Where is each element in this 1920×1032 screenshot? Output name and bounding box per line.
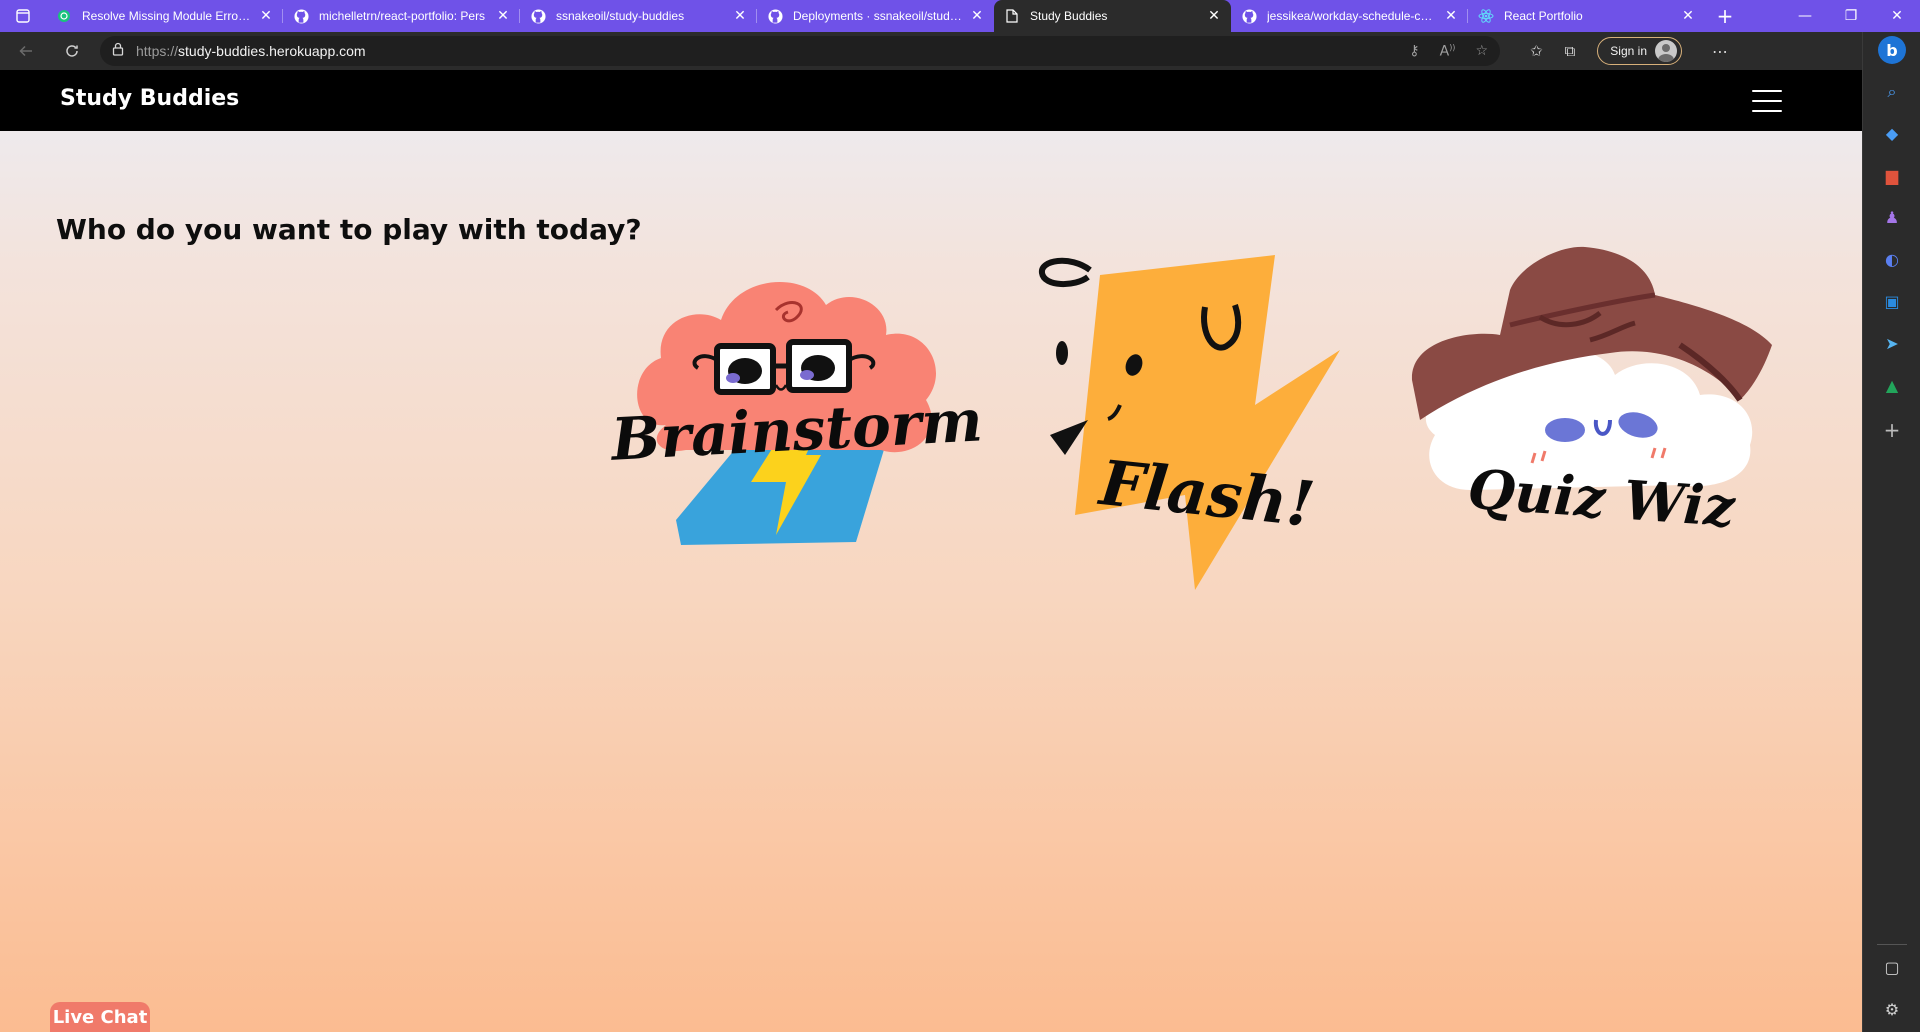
- refresh-button[interactable]: [52, 35, 92, 67]
- tab-title: michelletrn/react-portfolio: Pers: [319, 9, 486, 23]
- arrow-left-icon: [19, 45, 32, 57]
- tab-resolve-missing-module[interactable]: Resolve Missing Module Errors. ✕: [46, 0, 283, 32]
- quiz-wiz-wizard-icon: Quiz Wiz: [1411, 246, 1772, 539]
- refresh-icon: [66, 45, 78, 57]
- url-protocol: https://: [136, 43, 179, 59]
- flash-lightning-icon: Flash!: [1039, 255, 1340, 590]
- hamburger-menu-icon[interactable]: [1752, 90, 1782, 112]
- tab-deployments[interactable]: Deployments · ssnakeoil/study-b ✕: [757, 0, 994, 32]
- edge-sidebar: b ⌕ ◆ ▆ ♟ ◐ ▣ ➤ ▲ + ▢ ⚙: [1862, 32, 1920, 1032]
- read-aloud-icon[interactable]: A)): [1440, 43, 1456, 60]
- flash-label: Flash!: [1095, 446, 1318, 541]
- minimize-button[interactable]: —: [1782, 0, 1828, 32]
- tab-study-buddies-repo[interactable]: ssnakeoil/study-buddies ✕: [520, 0, 757, 32]
- address-bar[interactable]: https://study-buddies.herokuapp.com ⚷ A)…: [100, 36, 1500, 66]
- tree-icon[interactable]: ▲: [1863, 376, 1920, 395]
- settings-gear-icon[interactable]: ⚙: [1863, 1000, 1920, 1019]
- tab-react-portfolio-repo[interactable]: michelletrn/react-portfolio: Pers ✕: [283, 0, 520, 32]
- tab-workday-schedule[interactable]: jessikea/workday-schedule-chal ✕: [1231, 0, 1468, 32]
- tools-icon[interactable]: ▆: [1863, 166, 1920, 185]
- url-text[interactable]: https://study-buddies.herokuapp.com: [136, 43, 366, 59]
- close-tab-icon[interactable]: ✕: [1442, 8, 1460, 24]
- github-icon: [530, 8, 546, 24]
- tab-title: jessikea/workday-schedule-chal: [1267, 9, 1436, 23]
- hide-sidebar-icon[interactable]: ▢: [1863, 958, 1920, 977]
- collections-icon[interactable]: ⧉: [1565, 42, 1576, 60]
- key-icon[interactable]: ⚷: [1409, 43, 1419, 60]
- tab-actions-icon: [16, 9, 30, 23]
- close-tab-icon[interactable]: ✕: [257, 8, 275, 24]
- search-icon[interactable]: ⌕: [1863, 82, 1920, 102]
- github-icon: [767, 8, 783, 24]
- more-options-icon[interactable]: ⋯: [1712, 42, 1728, 61]
- sign-in-button[interactable]: Sign in: [1597, 37, 1682, 65]
- url-host: study-buddies.herokuapp.com: [178, 43, 366, 59]
- favorites-icon[interactable]: ✩: [1530, 42, 1543, 60]
- tab-title: Resolve Missing Module Errors.: [82, 9, 251, 23]
- tab-title: Study Buddies: [1030, 9, 1108, 23]
- quiz-wiz-character-card[interactable]: Quiz Wiz: [1410, 245, 1780, 545]
- github-icon: [293, 8, 309, 24]
- site-navbar: Study Buddies: [0, 70, 1862, 131]
- window-controls: — ❐ ✕: [1782, 0, 1920, 32]
- close-tab-icon[interactable]: ✕: [1205, 8, 1223, 24]
- close-window-button[interactable]: ✕: [1874, 0, 1920, 32]
- close-tab-icon[interactable]: ✕: [494, 8, 512, 24]
- new-tab-button[interactable]: +: [1705, 0, 1745, 32]
- tab-strip: Resolve Missing Module Errors. ✕ michell…: [0, 0, 1920, 32]
- tab-title: ssnakeoil/study-buddies: [556, 9, 685, 23]
- restore-button[interactable]: ❐: [1828, 0, 1874, 32]
- webpage: Study Buddies Who do you want to play wi…: [0, 70, 1862, 1032]
- close-tab-icon[interactable]: ✕: [731, 8, 749, 24]
- games-icon[interactable]: ♟: [1863, 208, 1920, 227]
- tab-react-portfolio[interactable]: React Portfolio ✕: [1468, 0, 1705, 32]
- lock-icon[interactable]: [112, 42, 124, 60]
- tab-study-buddies[interactable]: Study Buddies ✕: [994, 0, 1231, 32]
- shopping-tag-icon[interactable]: ◆: [1863, 124, 1920, 143]
- close-tab-icon[interactable]: ✕: [968, 8, 986, 24]
- avatar: [1655, 40, 1677, 62]
- tab-title: React Portfolio: [1504, 9, 1583, 23]
- sidebar-divider: [1877, 944, 1907, 945]
- flash-character-card[interactable]: Flash!: [1030, 245, 1350, 590]
- bing-chat-button[interactable]: b: [1863, 36, 1920, 64]
- close-tab-icon[interactable]: ✕: [1679, 8, 1697, 24]
- browser-toolbar: https://study-buddies.herokuapp.com ⚷ A)…: [0, 32, 1920, 70]
- address-bar-icons: ⚷ A)) ☆: [1409, 43, 1488, 60]
- toolbar-icons: ✩ ⧉ Sign in ⋯: [1530, 37, 1728, 65]
- page-icon: [1004, 8, 1020, 24]
- brainstorm-character-card[interactable]: Brainstorm: [608, 250, 984, 550]
- page-headline: Who do you want to play with today?: [56, 213, 642, 246]
- tab-title: Deployments · ssnakeoil/study-b: [793, 9, 962, 23]
- github-icon: [1241, 8, 1257, 24]
- brainstorm-cloud-icon: Brainstorm: [608, 282, 984, 545]
- outlook-icon[interactable]: ▣: [1863, 292, 1920, 311]
- back-button[interactable]: [6, 35, 46, 67]
- telegram-icon[interactable]: ➤: [1863, 334, 1920, 353]
- openai-icon: [56, 8, 72, 24]
- sign-in-label: Sign in: [1610, 44, 1647, 58]
- add-sidebar-app-icon[interactable]: +: [1863, 418, 1920, 442]
- live-chat-button[interactable]: Live Chat: [50, 1002, 150, 1032]
- react-icon: [1478, 8, 1494, 24]
- tab-actions-button[interactable]: [0, 0, 46, 32]
- bing-icon: b: [1878, 36, 1906, 64]
- add-favorite-icon[interactable]: ☆: [1475, 43, 1488, 60]
- copilot-icon[interactable]: ◐: [1863, 250, 1920, 269]
- site-brand[interactable]: Study Buddies: [60, 86, 239, 111]
